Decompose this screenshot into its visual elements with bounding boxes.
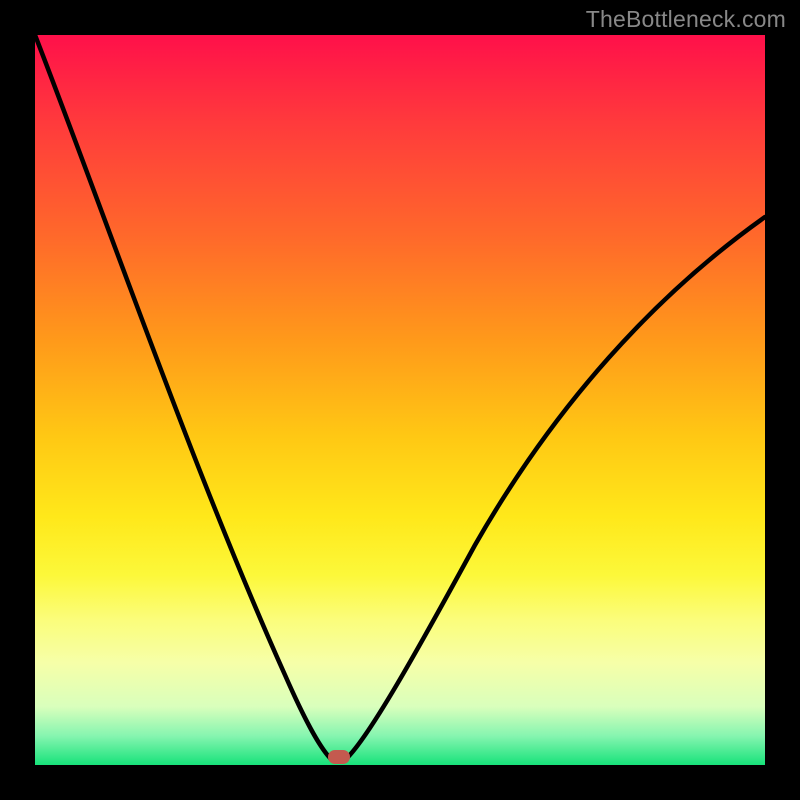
chart-container: TheBottleneck.com [0,0,800,800]
bottleneck-curve-path [35,35,765,758]
watermark-text: TheBottleneck.com [586,6,786,33]
chart-curve-svg [35,35,765,765]
optimal-point-marker [328,750,350,764]
